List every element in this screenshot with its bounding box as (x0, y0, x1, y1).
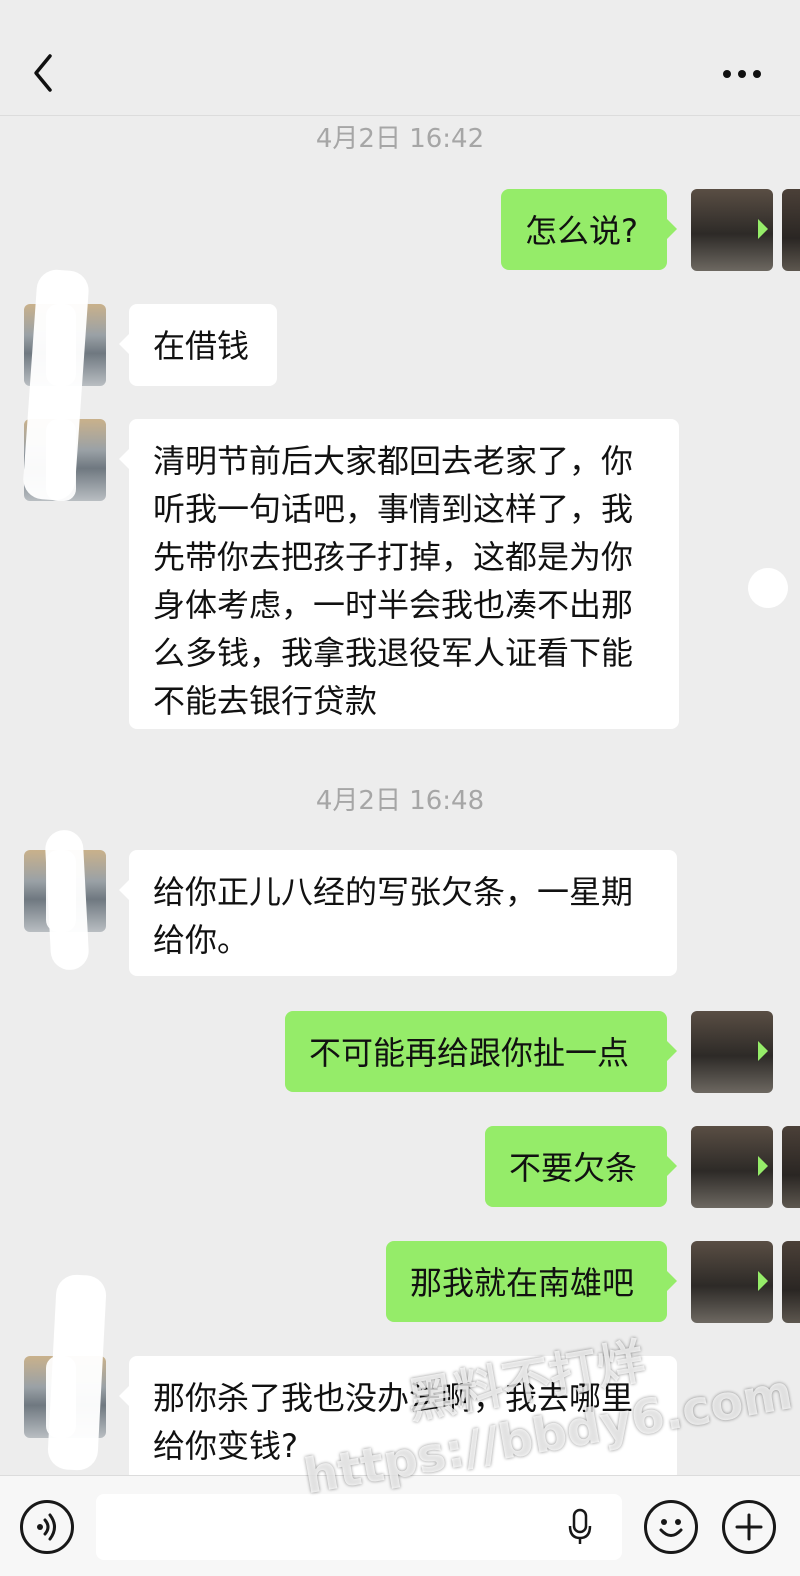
more-dots-icon[interactable] (722, 68, 762, 80)
bubble-tail (758, 1041, 768, 1061)
timestamp: 4月2日 16:48 (315, 786, 485, 816)
message-bubble-incoming[interactable]: 清明节前后大家都回去老家了，你听我一句话吧，事情到这样了，我先带你去把孩子打掉，… (119, 419, 679, 729)
message-bubble-outgoing[interactable]: 那我就在南雄吧 (386, 1241, 677, 1322)
message-bubble-outgoing[interactable]: 不要欠条 (485, 1126, 677, 1207)
plus-icon[interactable] (722, 1500, 776, 1554)
message-bubble-outgoing[interactable]: 不可能再给跟你扯一点 (285, 1011, 677, 1092)
message-bubble-outgoing[interactable]: 怎么说? (501, 189, 677, 270)
voice-toggle-icon[interactable] (20, 1500, 74, 1554)
redaction-scribble (44, 829, 90, 971)
input-bar (0, 1475, 800, 1576)
bubble-tail (758, 219, 768, 239)
redaction-scribble (46, 1273, 108, 1472)
avatar-partial (782, 189, 800, 271)
chat-header (0, 0, 800, 116)
message-input[interactable] (96, 1494, 622, 1560)
avatar-partial (782, 1126, 800, 1208)
redaction-scribble (743, 563, 793, 613)
timestamp: 4月2日 16:42 (315, 124, 485, 154)
emoji-icon[interactable] (644, 1500, 698, 1554)
chevron-left-icon[interactable] (28, 50, 58, 96)
message-bubble-incoming[interactable]: 给你正儿八经的写张欠条，一星期给你。 (119, 850, 677, 976)
avatar-partial (782, 1241, 800, 1323)
microphone-icon[interactable] (568, 1508, 592, 1546)
bubble-tail (758, 1271, 768, 1291)
bubble-tail (758, 1156, 768, 1176)
message-bubble-incoming[interactable]: 在借钱 (119, 304, 277, 386)
